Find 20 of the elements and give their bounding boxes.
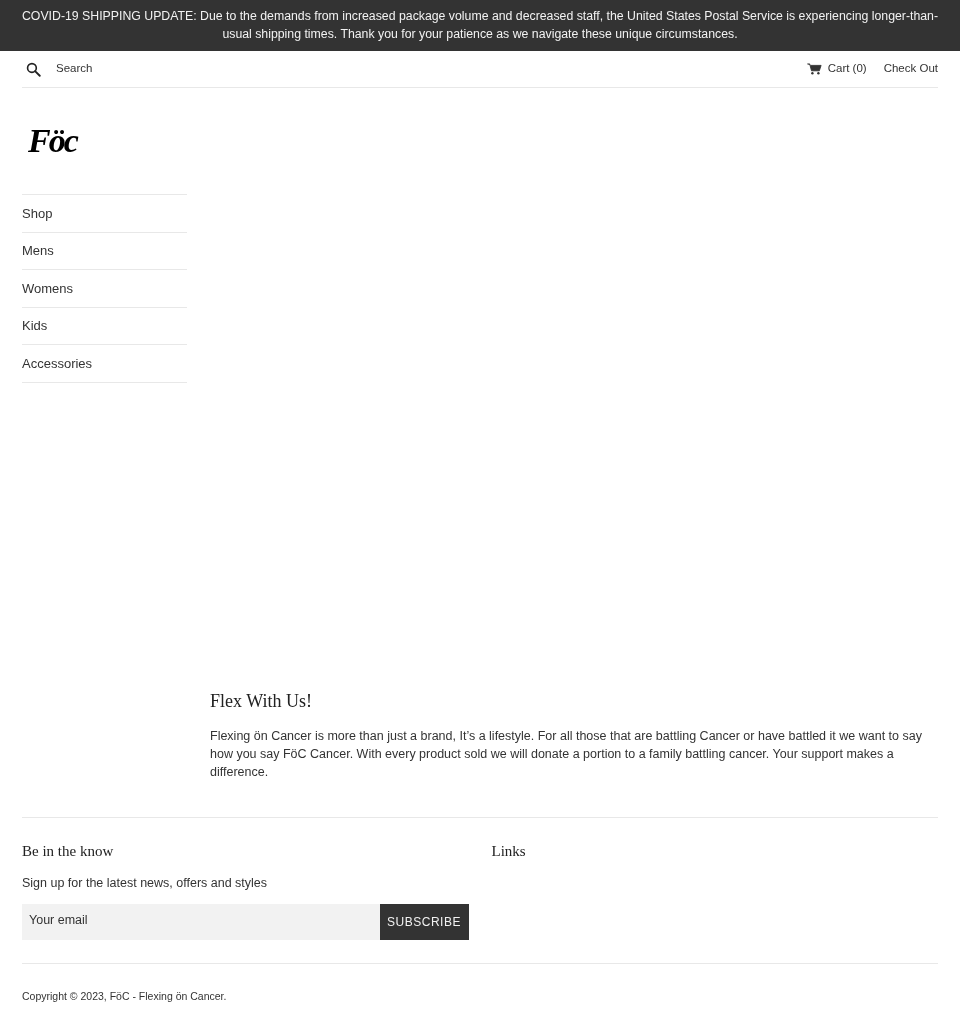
subscribe-button[interactable]: SUBSCRIBE	[379, 904, 469, 940]
email-field[interactable]: Your email	[22, 904, 380, 940]
cart-link[interactable]: Cart (0)	[827, 60, 867, 78]
links-heading: Links	[491, 842, 527, 861]
cart-icon	[806, 63, 822, 75]
nav-link[interactable]: Shop	[22, 195, 187, 233]
newsletter-heading: Be in the know	[22, 842, 115, 861]
search-icon	[25, 61, 41, 77]
about-paragraph: Flexing ön Cancer is more than just a brand, It’s a lifestyle. For all those that are battling Cancer or have battled it we want to say how you say FöC Cancer. With every product sold we will donate a portion to a family battling cancer. Your support makes a difference.	[210, 728, 923, 781]
newsletter-text: Sign up for the latest news, offers and styles	[22, 875, 269, 892]
nav-link[interactable]: Womens	[22, 270, 187, 308]
brand-logo[interactable]: Föc	[28, 124, 77, 158]
nav-link[interactable]: Mens	[22, 232, 187, 270]
section-heading: Flex With Us!	[210, 690, 313, 713]
nav-link[interactable]: Accessories	[22, 345, 187, 383]
announcement-text: COVID-19 SHIPPING UPDATE: Due to the demands from increased package volume and decreased staff, the United States Postal Service is experiencing longer-than-usual shipping times. Thank you for your patience as we navigate these unique circumstances.	[20, 8, 940, 43]
checkout-link[interactable]: Check Out	[883, 60, 938, 78]
search-field[interactable]: Search	[56, 60, 356, 78]
nav-link[interactable]: Kids	[22, 307, 187, 345]
copyright-text: Copyright © 2023, FöC - Flexing ön Cancer.	[22, 989, 228, 1003]
